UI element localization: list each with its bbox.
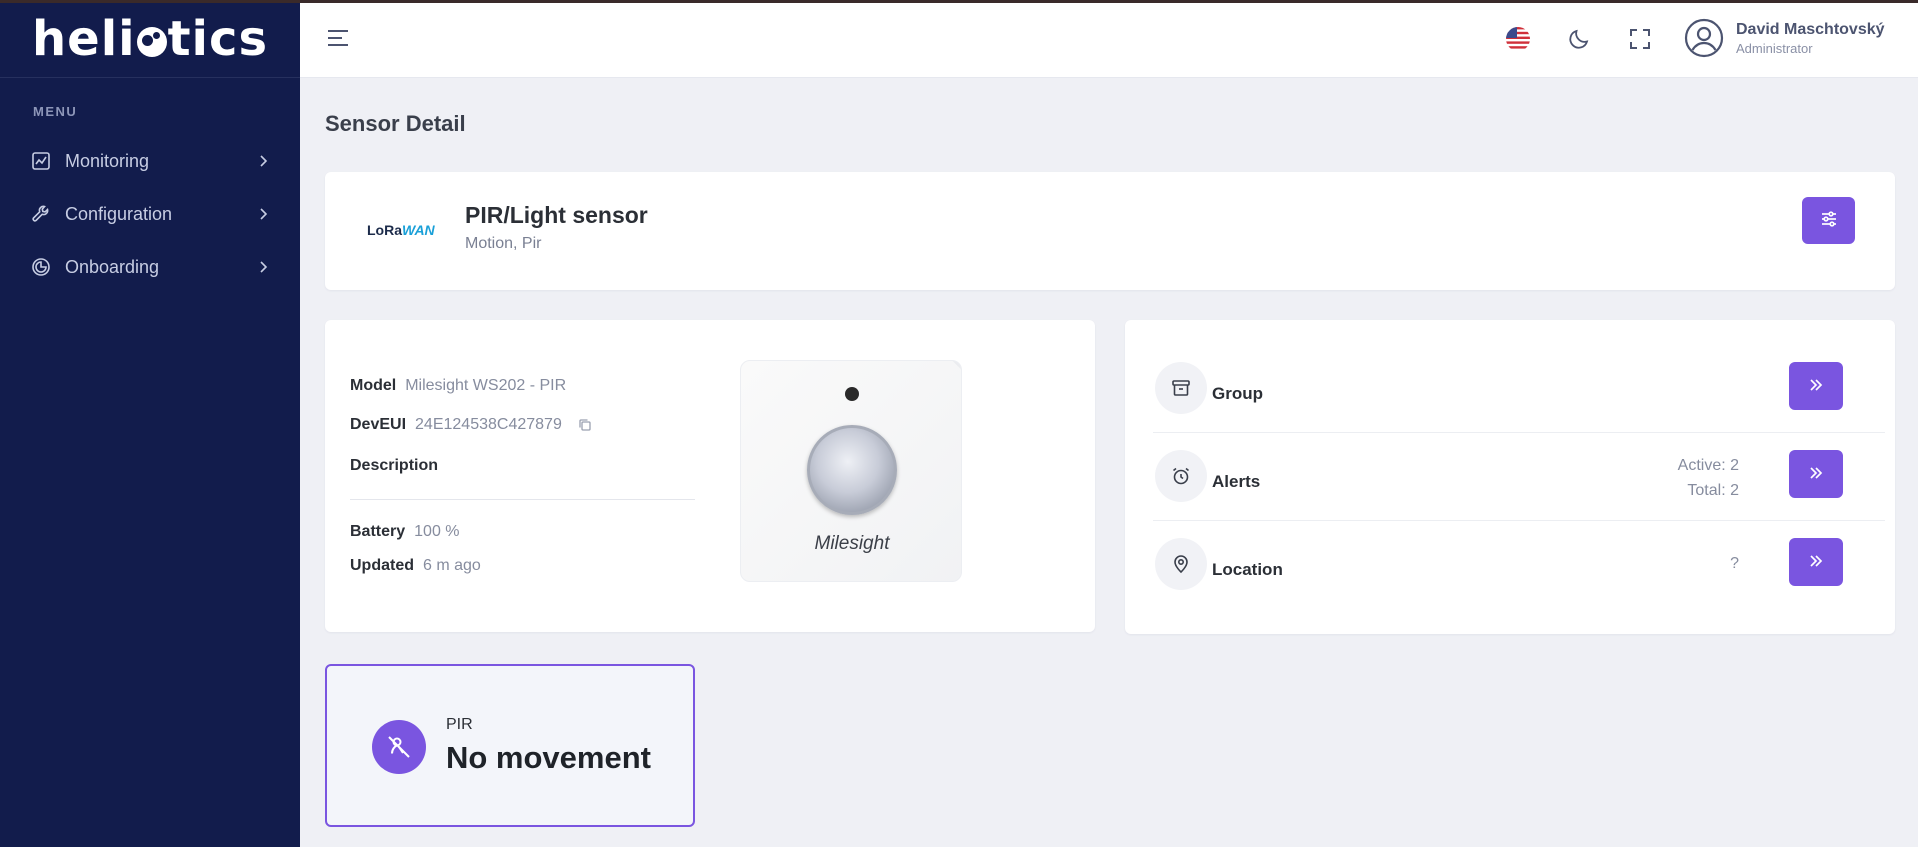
copy-icon[interactable] [578,418,592,432]
sidebar-item-label: Onboarding [65,256,160,277]
alerts-open-button[interactable] [1789,450,1843,498]
location-row[interactable]: Location ? [1155,538,1855,610]
sensor-info-card: Model Milesight WS202 - PIR DevEUI 24E12… [325,320,1095,632]
updated-value: 6 m ago [423,557,481,574]
model-row: Model Milesight WS202 - PIR [350,377,566,395]
chevrons-right-icon [1808,553,1824,572]
chart-icon [30,150,52,172]
alerts-total: Total: 2 [1687,482,1739,499]
group-label: Group [1212,384,1263,403]
location-value: ? [1730,555,1739,572]
lorawan-logo-wan: WAN [402,222,435,238]
info-divider [350,499,695,500]
top-border [0,0,1918,3]
deveui-row: DevEUI 24E124538C427879 [350,416,592,434]
sidebar-item-configuration[interactable]: Configuration [30,199,270,229]
onboarding-icon [30,256,52,278]
battery-label: Battery [350,523,406,540]
us-flag-icon[interactable] [1503,24,1533,54]
chevrons-right-icon [1808,465,1824,484]
sidebar-item-label: Configuration [65,203,173,224]
sidebar: heli tics MENU Monitoring Configuration O… [0,0,300,847]
lorawan-logo: LoRa WAN [367,222,435,238]
alarm-clock-icon [1155,450,1207,502]
map-pin-icon [1155,538,1207,590]
description-label: Description [350,457,439,474]
menu-section-label: MENU [33,104,78,119]
group-row[interactable]: Group [1155,362,1855,434]
top-header: David Maschtovský Administrator [300,0,1918,78]
chevrons-right-icon [1808,377,1824,396]
sidebar-item-monitoring[interactable]: Monitoring [30,146,270,176]
description-row: Description [350,457,447,475]
group-open-button[interactable] [1789,362,1843,410]
sidebar-item-label: Monitoring [65,150,150,171]
alerts-row[interactable]: Alerts Active: 2 Total: 2 [1155,450,1855,522]
device-pir-lens [807,425,897,515]
device-brand-label: Milesight [814,533,890,554]
sensor-tags: Motion, Pir [465,235,542,252]
dark-mode-moon-icon[interactable] [1564,24,1594,54]
deveui-value: 24E124538C427879 [415,416,562,433]
logo-area[interactable]: heli tics [0,0,300,78]
alerts-label: Alerts [1212,472,1261,491]
fullscreen-icon[interactable] [1625,24,1655,54]
logo-mark-icon [136,26,167,57]
model-value: Milesight WS202 - PIR [405,377,567,394]
row-divider [1153,520,1885,521]
lorawan-logo-lora: LoRa [367,222,402,238]
deveui-label: DevEUI [350,416,407,433]
archive-icon [1155,362,1207,414]
battery-value: 100 % [414,523,460,540]
user-info: David Maschtovský Administrator [1736,21,1885,56]
sensor-settings-button[interactable] [1802,197,1855,244]
pir-label: PIR [446,716,473,733]
hamburger-menu-icon[interactable] [326,27,350,49]
chevron-right-icon [256,206,270,227]
sensor-name: PIR/Light sensor [465,202,648,228]
helictics-logo[interactable]: heli tics [32,11,268,67]
user-role: Administrator [1736,40,1813,56]
row-divider [1153,432,1885,433]
battery-row: Battery 100 % [350,523,460,541]
chevron-right-icon [256,153,270,174]
device-light-sensor [845,387,859,401]
updated-row: Updated 6 m ago [350,557,481,575]
motion-off-icon [372,720,426,774]
chevron-right-icon [256,259,270,280]
sliders-icon [1820,210,1838,231]
location-label: Location [1212,560,1283,579]
user-profile[interactable]: David Maschtovský Administrator [1684,18,1885,58]
user-name: David Maschtovský [1736,20,1885,38]
alerts-active: Active: 2 [1677,457,1739,474]
sensor-header-card: LoRa WAN PIR/Light sensor Motion, Pir [325,172,1895,290]
pir-status-card[interactable]: PIR No movement [325,664,695,827]
device-stripe [903,361,961,376]
sensor-links-card: Group Alerts Active: 2 Total: 2 Location… [1125,320,1895,634]
pir-value: No movement [446,740,651,775]
user-avatar-icon [1684,18,1724,58]
updated-label: Updated [350,557,414,574]
logo-text-left: heli [31,10,136,67]
location-open-button[interactable] [1789,538,1843,586]
wrench-icon [30,203,52,225]
sidebar-item-onboarding[interactable]: Onboarding [30,252,270,282]
device-image: Milesight [740,360,962,582]
model-label: Model [350,377,397,394]
alerts-counts: Active: 2 Total: 2 [1678,453,1739,503]
logo-text-right: tics [167,10,269,67]
page-title: Sensor Detail [325,111,466,136]
